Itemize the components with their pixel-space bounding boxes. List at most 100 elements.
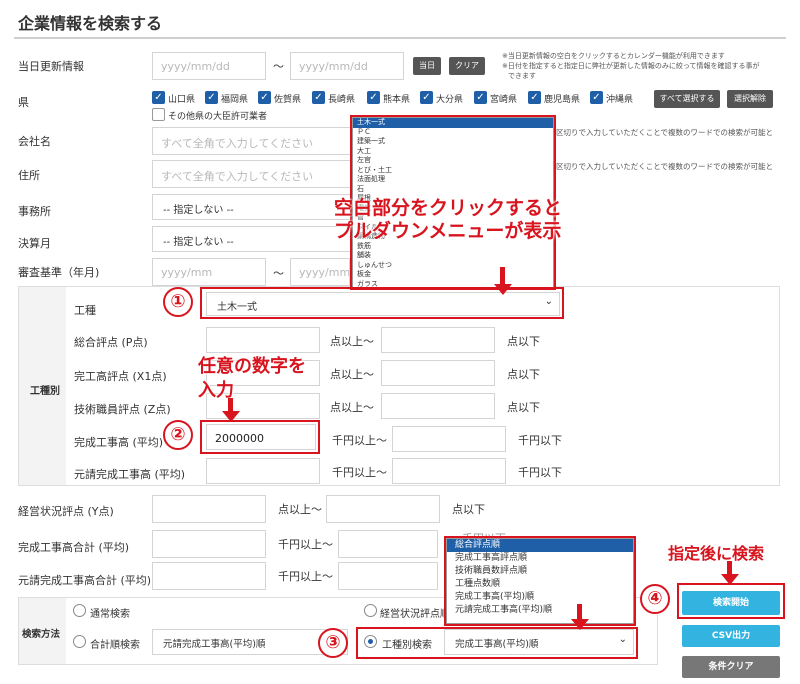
prefecture-label: 県 [18, 96, 29, 109]
biz-score-label: 経営状況評点 (Y点) [18, 505, 114, 518]
biz-score-from[interactable] [152, 495, 266, 523]
company-note: 区切りで入力していただくことで複数のワードでの検索が可能と [556, 128, 774, 137]
callout-number-line1: 任意の数字を [198, 356, 306, 377]
step-4-marker: ④ [640, 584, 670, 614]
sum-order-radio[interactable] [73, 635, 86, 648]
prefecture-checkbox[interactable]: ✓ [312, 91, 325, 104]
prime-total-to[interactable] [338, 562, 438, 590]
exam-to-input[interactable]: yyyy/mm [290, 258, 350, 286]
prefecture-checkbox[interactable]: ✓ [590, 91, 603, 104]
other-pref-label: その他県の大臣許可業者 [168, 112, 268, 122]
arrow-4-head [721, 574, 739, 585]
total-score-label: 総合評点 (P点) [74, 336, 148, 349]
prefecture-label-item: 佐賀県 [274, 95, 302, 105]
update-to-input[interactable]: yyyy/mm/dd [290, 52, 404, 80]
completed-avg-below: 千円以下 [518, 434, 562, 447]
completed-avg-to[interactable] [392, 426, 506, 452]
biz-score-above: 点以上～ [278, 503, 322, 516]
total-score-from[interactable] [206, 327, 320, 353]
prime-avg-label: 元請完成工事高 (平均) [74, 468, 186, 481]
update-note-3: できます [508, 72, 536, 80]
work-type-label: 工種 [74, 304, 96, 317]
callout-dropdown-line2: プルダウンメニューが表示 [334, 220, 562, 242]
biz-score-to[interactable] [326, 495, 440, 523]
clear-button[interactable]: 条件クリア [682, 656, 780, 678]
normal-search-label: 通常検索 [90, 609, 130, 620]
annotation-box-work-search [356, 627, 638, 659]
arrow-4-stem [727, 561, 732, 575]
completed-score-above: 点以上～ [330, 368, 374, 381]
completed-score-label: 完工高評点 (X1点) [74, 370, 167, 383]
normal-search-radio[interactable] [73, 604, 86, 617]
update-from-input[interactable]: yyyy/mm/dd [152, 52, 266, 80]
prefecture-label-item: 熊本県 [383, 95, 411, 105]
annotation-box-completed-avg [200, 420, 320, 454]
csv-button[interactable]: CSV出力 [682, 625, 780, 647]
deselect-button[interactable]: 選択解除 [727, 90, 773, 108]
prefecture-label-item: 宮崎県 [490, 95, 518, 105]
completed-total-above: 千円以上～ [278, 538, 333, 551]
step-3-marker: ③ [318, 628, 348, 658]
total-score-above: 点以上～ [330, 335, 374, 348]
completed-total-to[interactable] [338, 530, 438, 558]
prime-avg-above: 千円以上～ [332, 466, 387, 479]
arrow-3-head [571, 619, 589, 630]
completed-score-to[interactable] [381, 360, 495, 386]
prefecture-label-item: 長崎県 [328, 95, 356, 105]
completed-total-from[interactable] [152, 530, 266, 558]
total-score-below: 点以下 [507, 335, 540, 348]
address-input[interactable]: すべて全角で入力してください [152, 160, 352, 188]
update-clear-button[interactable]: クリア [449, 57, 485, 75]
prefecture-label-item: 沖縄県 [606, 95, 634, 105]
tech-score-above: 点以上～ [330, 401, 374, 414]
tech-score-to[interactable] [381, 393, 495, 419]
prime-avg-to[interactable] [392, 458, 506, 484]
select-all-button[interactable]: すべて選択する [654, 90, 720, 108]
callout-search-after: 指定後に検索 [668, 544, 765, 563]
address-note: 区切りで入力していただくことで複数のワードでの検索が可能と [556, 162, 774, 171]
prefecture-checkbox[interactable]: ✓ [528, 91, 541, 104]
total-score-to[interactable] [381, 327, 495, 353]
exam-from-input[interactable]: yyyy/mm [152, 258, 266, 286]
office-label: 事務所 [18, 205, 51, 218]
other-pref-checkbox[interactable] [152, 108, 165, 121]
search-method-title: 検索方法 [22, 629, 61, 640]
office-select[interactable]: -- 指定しない -- [152, 194, 352, 220]
arrow-2-stem [228, 398, 233, 412]
completed-total-label: 完成工事高合計 (平均) [18, 541, 130, 554]
biz-score-order-radio[interactable] [364, 604, 377, 617]
today-button[interactable]: 当日 [413, 57, 441, 75]
address-label: 住所 [18, 169, 40, 182]
biz-score-order-label: 経営状況評点順 [380, 609, 450, 620]
title-divider [14, 37, 786, 39]
exam-tilde: ～ [273, 267, 284, 280]
prefecture-label-item: 大分県 [436, 95, 464, 105]
prime-total-label: 元請完成工事高合計 (平均) [18, 574, 152, 587]
prefecture-checkbox[interactable]: ✓ [474, 91, 487, 104]
settlement-select[interactable]: -- 指定しない -- [152, 226, 352, 252]
prefecture-checkbox[interactable]: ✓ [205, 91, 218, 104]
arrow-2-head [222, 411, 240, 422]
update-note-1: ※当日更新情報の空白をクリックするとカレンダー機能が利用できます [502, 52, 725, 60]
settlement-label: 決算月 [18, 237, 51, 250]
prefecture-checkbox[interactable]: ✓ [367, 91, 380, 104]
prime-total-above: 千円以上～ [278, 570, 333, 583]
prime-avg-from[interactable] [206, 458, 320, 484]
annotation-box-search-btn [677, 583, 785, 619]
prefecture-checkbox[interactable]: ✓ [152, 91, 165, 104]
page-title: 企業情報を検索する [18, 14, 163, 33]
arrow-1-head [494, 284, 512, 295]
update-tilde: ～ [273, 60, 284, 73]
tech-score-label: 技術職員評点 (Z点) [74, 403, 171, 416]
prefecture-checkbox[interactable]: ✓ [258, 91, 271, 104]
completed-avg-above: 千円以上～ [332, 434, 387, 447]
prefecture-label-item: 福岡県 [221, 95, 249, 105]
prefecture-label-item: 鹿児島県 [544, 95, 581, 105]
work-type-group-title: 工種別 [30, 386, 60, 397]
prime-total-from[interactable] [152, 562, 266, 590]
update-note-2: ※日付を指定すると指定日に弊社が更新した情報のみに絞って情報を確認する事が [502, 62, 760, 70]
prefecture-checkbox[interactable]: ✓ [420, 91, 433, 104]
step-1-marker: ① [163, 287, 193, 317]
company-label: 会社名 [18, 135, 51, 148]
company-input[interactable]: すべて全角で入力してください [152, 127, 352, 155]
